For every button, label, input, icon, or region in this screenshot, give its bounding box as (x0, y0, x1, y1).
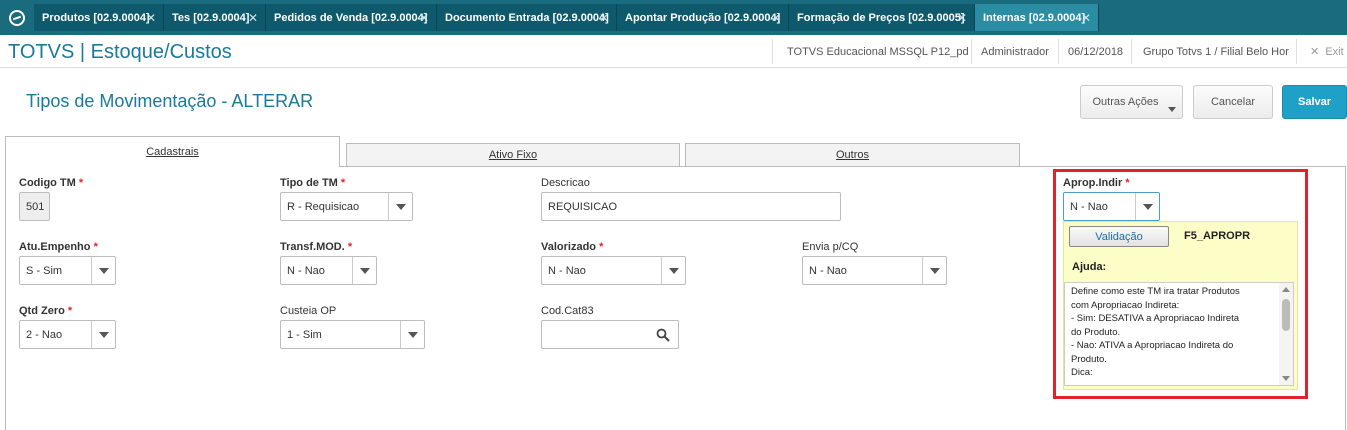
divider (772, 39, 773, 64)
descricao-label: Descricao (541, 177, 590, 189)
tab-internas[interactable]: Internas [02.9.0004] ✕ (975, 4, 1099, 31)
transf-mod-label: Transf.MOD. * (280, 241, 353, 253)
custeia-op-label: Custeia OP (280, 305, 337, 317)
tab-cadastrais[interactable]: Cadastrais (5, 136, 340, 167)
close-icon[interactable]: ✕ (771, 11, 781, 25)
chevron-down-icon (352, 257, 376, 284)
user-info: Administrador (981, 46, 1049, 58)
qtd-zero-value: 2 - Nao (26, 328, 63, 341)
company-info: Grupo Totvs 1 / Filial Belo Hor (1143, 46, 1289, 58)
tab-ativo-fixo[interactable]: Ativo Fixo (346, 143, 680, 167)
tab-label: Documento Entrada [02.9.0004] (445, 11, 609, 24)
cancel-button[interactable]: Cancelar (1193, 85, 1273, 119)
tipo-tm-label: Tipo de TM * (280, 177, 346, 189)
exit-button[interactable]: ✕ Exit (1310, 45, 1344, 58)
tab-label: Internas [02.9.0004] (983, 11, 1086, 24)
chevron-down-icon (91, 321, 115, 348)
close-icon[interactable]: ✕ (146, 11, 156, 25)
close-icon[interactable]: ✕ (1081, 11, 1091, 25)
chevron-down-icon (661, 257, 685, 284)
tab-label: Produtos [02.9.0004] (42, 11, 150, 24)
envia-cq-label: Envia p/CQ (802, 241, 859, 253)
valorizado-value: N - Nao (548, 264, 586, 277)
chevron-down-icon (388, 193, 412, 220)
tab-label: Formação de Preços [02.9.0005] (797, 11, 965, 24)
cod-cat83-input[interactable] (541, 320, 679, 349)
other-actions-button[interactable]: Outras Ações (1080, 85, 1183, 119)
tab-label: Apontar Produção [02.9.0004] (625, 11, 781, 24)
close-icon[interactable]: ✕ (599, 11, 609, 25)
tab-apontar-producao[interactable]: Apontar Produção [02.9.0004] ✕ (617, 4, 789, 31)
date-info: 06/12/2018 (1068, 46, 1124, 58)
divider (1296, 39, 1297, 64)
close-icon[interactable]: ✕ (419, 11, 429, 25)
search-icon[interactable] (656, 328, 670, 342)
page-title: Tipos de Movimentação - ALTERAR (26, 91, 314, 111)
app-title: TOTVS | Estoque/Custos (8, 41, 232, 63)
chevron-down-icon (91, 257, 115, 284)
envia-cq-value: N - Nao (809, 264, 847, 277)
chevron-down-icon (1168, 107, 1176, 112)
descricao-input[interactable]: REQUISICAO (541, 192, 841, 221)
chevron-down-icon (922, 257, 946, 284)
tipo-tm-select[interactable]: R - Requisicao (280, 192, 413, 221)
divider (1058, 39, 1059, 64)
chevron-down-icon (400, 321, 424, 348)
totvs-logo-icon (8, 9, 25, 26)
cancel-label: Cancelar (1210, 96, 1256, 108)
codigo-tm-label: Codigo TM * (19, 177, 84, 189)
atu-empenho-select[interactable]: S - Sim (19, 256, 116, 285)
close-icon[interactable]: ✕ (248, 11, 258, 25)
tab-formacao-de-precos[interactable]: Formação de Preços [02.9.0005] ✕ (789, 4, 975, 31)
environment-info: TOTVS Educacional MSSQL P12_pd (787, 46, 969, 58)
custeia-op-select[interactable]: 1 - Sim (280, 320, 425, 349)
divider (1131, 39, 1132, 64)
tab-label: Ativo Fixo (488, 149, 538, 161)
transf-mod-select[interactable]: N - Nao (280, 256, 377, 285)
tab-produtos[interactable]: Produtos [02.9.0004] ✕ (34, 4, 164, 31)
tab-label: Pedidos de Venda [02.9.0004] (274, 11, 428, 24)
envia-cq-select[interactable]: N - Nao (802, 256, 947, 285)
atu-empenho-label: Atu.Empenho * (19, 241, 98, 253)
window-tab-bar: Produtos [02.9.0004] ✕ Tes [02.9.0004] ✕ P… (0, 0, 1347, 35)
save-button[interactable]: Salvar (1282, 85, 1347, 119)
tipo-tm-value: R - Requisicao (287, 200, 360, 213)
tab-tes[interactable]: Tes [02.9.0004] ✕ (164, 4, 266, 31)
custeia-op-value: 1 - Sim (287, 328, 322, 341)
divider (971, 39, 972, 64)
valorizado-select[interactable]: N - Nao (541, 256, 686, 285)
qtd-zero-select[interactable]: 2 - Nao (19, 320, 116, 349)
highlight-box (1053, 169, 1308, 399)
close-icon[interactable]: ✕ (957, 11, 967, 25)
tab-label: Outros (835, 149, 869, 161)
tab-label: Cadastrais (146, 146, 199, 158)
exit-label: Exit (1325, 46, 1344, 58)
exit-icon: ✕ (1310, 46, 1320, 58)
codigo-tm-value: 501 (26, 200, 45, 213)
home-button[interactable] (0, 0, 33, 35)
other-actions-label: Outras Ações (1092, 96, 1159, 108)
qtd-zero-label: Qtd Zero * (19, 305, 73, 317)
transf-mod-value: N - Nao (287, 264, 325, 277)
atu-empenho-value: S - Sim (26, 264, 63, 277)
save-label: Salvar (1297, 96, 1332, 108)
descricao-value: REQUISICAO (548, 200, 618, 213)
valorizado-label: Valorizado * (541, 241, 604, 253)
codigo-tm-field[interactable]: 501 (19, 192, 50, 221)
tab-pedidos-de-venda[interactable]: Pedidos de Venda [02.9.0004] ✕ (266, 4, 437, 31)
cod-cat83-label: Cod.Cat83 (541, 305, 594, 317)
app-header: TOTVS | Estoque/Custos TOTVS Educacional… (0, 35, 1347, 68)
tab-documento-entrada[interactable]: Documento Entrada [02.9.0004] ✕ (437, 4, 617, 31)
tab-outros[interactable]: Outros (685, 143, 1020, 167)
tab-label: Tes [02.9.0004] (172, 11, 250, 24)
